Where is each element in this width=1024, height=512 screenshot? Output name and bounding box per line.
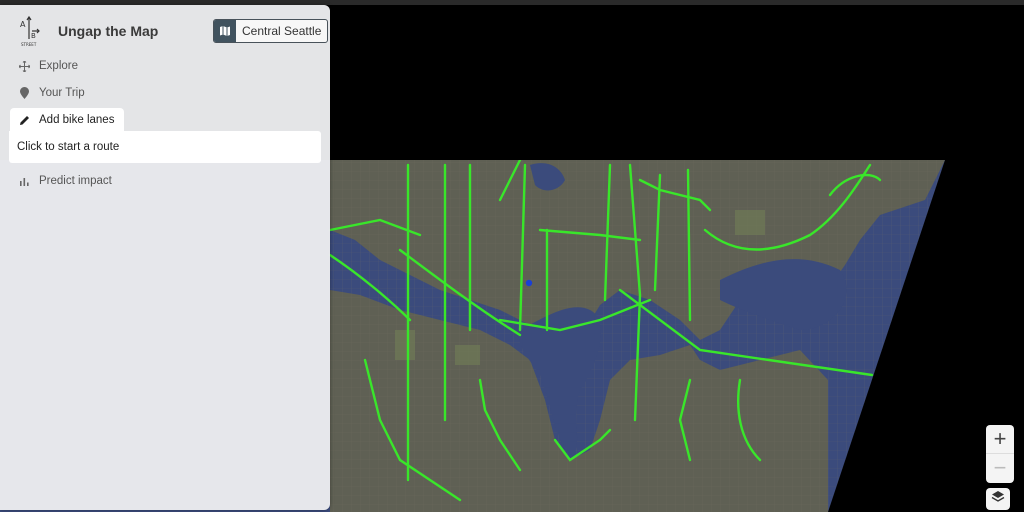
location-marker[interactable] [525, 279, 533, 287]
app-title: Ungap the Map [58, 23, 159, 39]
nav-explore[interactable]: Explore [10, 55, 78, 77]
layers-icon [991, 490, 1005, 509]
map-pin-icon [17, 86, 31, 100]
route-instruction-box: Click to start a route [9, 131, 321, 163]
zoom-in-button[interactable]: + [986, 425, 1014, 453]
panel-header: A B STREET Ungap the Map Central Seattle [0, 5, 330, 55]
nav-add-bike-lanes-label: Add bike lanes [39, 114, 115, 126]
app-logo[interactable]: A B STREET [18, 15, 42, 49]
nav-predict-impact[interactable]: Predict impact [10, 170, 112, 192]
nav-predict-impact-label: Predict impact [39, 175, 112, 187]
zoom-control: + − [986, 425, 1014, 483]
bar-chart-icon [17, 174, 31, 188]
zoom-out-button[interactable]: − [986, 453, 1014, 482]
route-prompt-text: Click to start a route [17, 141, 120, 153]
nav-your-trip-label: Your Trip [39, 87, 85, 99]
layers-button[interactable] [986, 488, 1010, 510]
pencil-icon [17, 113, 31, 127]
svg-text:A: A [20, 20, 26, 29]
sidebar-panel: A B STREET Ungap the Map Central Seattle [0, 5, 330, 510]
nav-add-bike-lanes[interactable]: Add bike lanes [10, 108, 125, 132]
svg-text:B: B [31, 32, 36, 40]
svg-text:STREET: STREET [21, 42, 37, 47]
region-label: Central Seattle [242, 24, 322, 38]
nav-your-trip[interactable]: Your Trip [10, 82, 85, 104]
region-selector-button[interactable]: Central Seattle [213, 19, 329, 43]
nav-explore-label: Explore [39, 60, 78, 72]
move-icon [17, 59, 31, 73]
map-icon [214, 20, 236, 42]
